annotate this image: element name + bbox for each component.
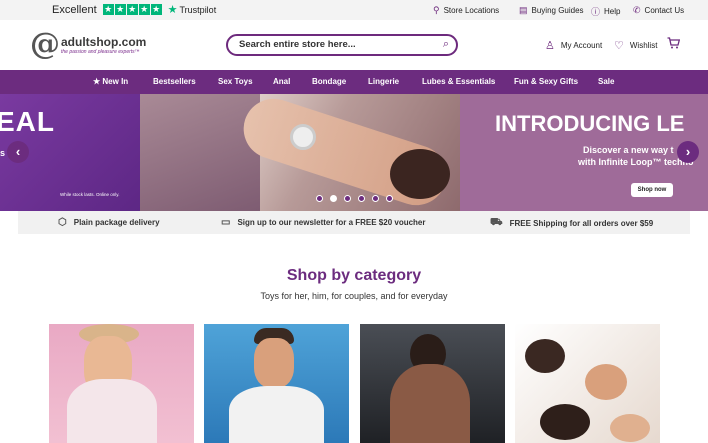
logo-tagline: the passion and pleasure experts™ bbox=[61, 49, 140, 55]
hero-hair-graphic bbox=[390, 149, 450, 199]
main-nav: ★ New In Bestsellers Sex Toys Anal Bonda… bbox=[0, 70, 708, 94]
hair-graphic bbox=[525, 339, 565, 373]
trustpilot-widget[interactable]: Excellent ★ ★ ★ ★ ★ ★ Trustpilot bbox=[52, 3, 217, 17]
trustpilot-logo: ★ Trustpilot bbox=[168, 3, 217, 16]
carousel-prev-button[interactable]: ‹ bbox=[7, 141, 29, 163]
search-input[interactable]: Search entire store here... ⌕ bbox=[226, 34, 458, 56]
nav-item-lubes[interactable]: Lubes & Essentials bbox=[422, 77, 495, 86]
usp-bar: ⬡ Plain package delivery ▭ Sign up to ou… bbox=[18, 211, 690, 234]
hero-right-headline: INTRODUCING LE bbox=[495, 111, 685, 136]
book-icon: ▤ bbox=[519, 5, 528, 15]
carousel-dot[interactable] bbox=[330, 195, 337, 202]
hero-left-sub: s bbox=[0, 148, 6, 158]
carousel-dot[interactable] bbox=[386, 195, 393, 202]
contact-us-label: Contact Us bbox=[644, 6, 685, 15]
search-placeholder: Search entire store here... bbox=[239, 39, 356, 50]
hero-bed-graphic bbox=[140, 94, 260, 211]
trustpilot-stars: ★ ★ ★ ★ ★ bbox=[102, 4, 162, 15]
category-card-him[interactable] bbox=[204, 324, 349, 443]
voucher-icon: ▭ bbox=[221, 217, 231, 228]
store-locations-label: Store Locations bbox=[443, 6, 500, 15]
hero-product-graphic bbox=[290, 124, 316, 150]
contact-us-link[interactable]: ✆ Contact Us bbox=[633, 5, 684, 16]
logo-at-icon: @ bbox=[30, 27, 60, 62]
usp-free-shipping: ⛟ FREE Shipping for all orders over $59 bbox=[490, 217, 653, 230]
shirt-graphic bbox=[229, 386, 324, 443]
chevron-right-icon: › bbox=[685, 144, 691, 159]
my-account-label: My Account bbox=[560, 41, 603, 50]
shirt-graphic bbox=[67, 379, 157, 443]
nav-item-sex-toys[interactable]: Sex Toys bbox=[218, 77, 253, 86]
chevron-left-icon: ‹ bbox=[15, 144, 21, 159]
nav-item-sale[interactable]: Sale bbox=[598, 77, 614, 86]
help-label: Help bbox=[604, 7, 621, 16]
carousel-dot[interactable] bbox=[344, 195, 351, 202]
nav-item-bondage[interactable]: Bondage bbox=[312, 77, 346, 86]
hero-image bbox=[140, 94, 460, 211]
usp-plain-package: ⬡ Plain package delivery bbox=[58, 217, 160, 228]
nav-item-lingerie[interactable]: Lingerie bbox=[368, 77, 399, 86]
nav-item-gifts[interactable]: Fun & Sexy Gifts bbox=[514, 77, 578, 86]
hero-left-note: While stock lasts. Online only. bbox=[60, 192, 120, 197]
star-icon: ★ bbox=[114, 4, 126, 15]
store-locations-link[interactable]: ⚲ Store Locations bbox=[433, 5, 499, 16]
star-icon: ★ bbox=[150, 4, 162, 15]
hero-right-sub-line2: with Infinite Loop™ techno bbox=[578, 157, 694, 167]
carousel-dot[interactable] bbox=[316, 195, 323, 202]
face-graphic bbox=[585, 364, 627, 400]
carousel-dots bbox=[316, 195, 393, 202]
carousel-dot[interactable] bbox=[358, 195, 365, 202]
shop-now-button[interactable]: Shop now bbox=[631, 183, 673, 197]
truck-icon: ⛟ bbox=[490, 217, 503, 228]
wishlist-label: Wishlist bbox=[629, 41, 658, 50]
hero-slide-next: INTRODUCING LE Discover a new way t with… bbox=[460, 94, 708, 211]
star-icon: ★ bbox=[93, 77, 103, 86]
site-logo[interactable]: @ adultshop.com the passion and pleasure… bbox=[30, 28, 165, 62]
usp-newsletter[interactable]: ▭ Sign up to our newsletter for a FREE $… bbox=[221, 217, 426, 228]
face-graphic bbox=[610, 414, 650, 442]
usp-label: FREE Shipping for all orders over $59 bbox=[509, 219, 654, 228]
carousel-dot[interactable] bbox=[372, 195, 379, 202]
category-card-her[interactable] bbox=[49, 324, 194, 443]
usp-label: Plain package delivery bbox=[73, 218, 160, 227]
face-graphic bbox=[254, 338, 294, 388]
trustpilot-star-icon: ★ bbox=[167, 4, 178, 16]
utility-bar: Excellent ★ ★ ★ ★ ★ ★ Trustpilot ⚲ Store… bbox=[0, 0, 708, 20]
nav-item-anal[interactable]: Anal bbox=[273, 77, 290, 86]
category-card-couples[interactable] bbox=[360, 324, 505, 443]
hero-left-headline: EAL bbox=[0, 106, 55, 137]
phone-icon: ✆ bbox=[633, 5, 641, 15]
star-icon: ★ bbox=[102, 4, 114, 15]
wishlist-link[interactable]: ♡ Wishlist bbox=[614, 39, 657, 52]
trustpilot-brand: Trustpilot bbox=[179, 4, 217, 15]
search-icon[interactable]: ⌕ bbox=[443, 38, 449, 51]
logo-name: adultshop.com bbox=[61, 35, 147, 49]
heart-icon: ♡ bbox=[614, 40, 624, 52]
star-icon: ★ bbox=[126, 4, 138, 15]
package-icon: ⬡ bbox=[58, 217, 67, 228]
usp-label: Sign up to our newsletter for a FREE $20… bbox=[237, 218, 426, 227]
buying-guides-link[interactable]: ▤ Buying Guides bbox=[519, 5, 584, 16]
star-icon: ★ bbox=[138, 4, 150, 15]
trustpilot-rating-text: Excellent bbox=[52, 3, 97, 16]
category-subheading: Toys for her, him, for couples, and for … bbox=[260, 291, 448, 301]
category-card-everyday[interactable] bbox=[515, 324, 660, 443]
category-heading: Shop by category bbox=[286, 267, 422, 284]
hero-right-sub-line1: Discover a new way t bbox=[583, 145, 674, 155]
cart-icon[interactable] bbox=[667, 37, 681, 52]
nav-item-bestsellers[interactable]: Bestsellers bbox=[153, 77, 196, 86]
info-icon: ⓘ bbox=[591, 7, 601, 17]
my-account-link[interactable]: ♙ My Account bbox=[545, 39, 602, 52]
hair-graphic bbox=[540, 404, 590, 440]
help-link[interactable]: ⓘ Help bbox=[591, 5, 620, 18]
body-graphic bbox=[390, 364, 470, 443]
user-icon: ♙ bbox=[545, 40, 555, 52]
map-pin-icon: ⚲ bbox=[433, 5, 440, 15]
buying-guides-label: Buying Guides bbox=[531, 6, 584, 15]
carousel-next-button[interactable]: › bbox=[677, 141, 699, 163]
nav-label: New In bbox=[102, 77, 129, 86]
nav-item-new-in[interactable]: ★ New In bbox=[93, 77, 128, 86]
site-header: @ adultshop.com the passion and pleasure… bbox=[0, 20, 708, 70]
hero-carousel[interactable]: EAL s While stock lasts. Online only. IN… bbox=[0, 94, 708, 211]
